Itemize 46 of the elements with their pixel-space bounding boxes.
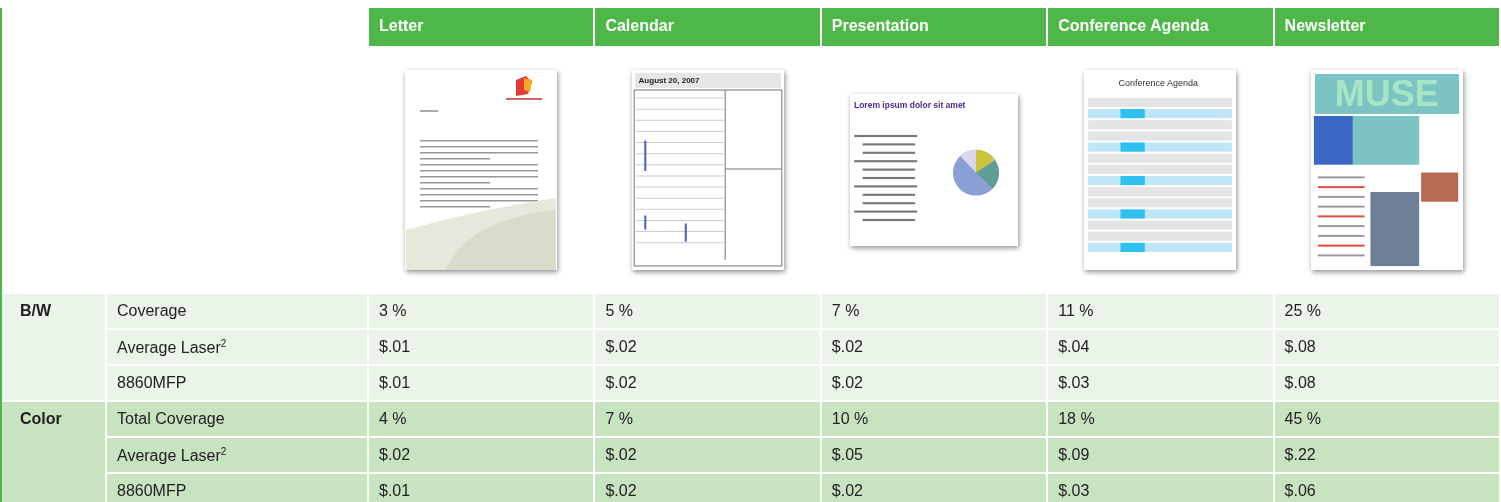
table-cell: $.08	[1274, 330, 1499, 364]
table-cell: $.03	[1048, 474, 1273, 502]
table-cell: $.02	[595, 330, 820, 364]
row-label: 8860MFP	[107, 474, 367, 502]
slide-title: Lorem ipsum dolor sit amet	[853, 100, 967, 110]
table-cell: 7 %	[821, 294, 1047, 328]
table-cell: $.06	[1274, 474, 1499, 502]
column-header: Calendar	[595, 8, 820, 46]
table-cell: $.02	[369, 438, 594, 472]
table-cell: $.03	[1048, 366, 1273, 400]
table-cell: $.08	[1274, 366, 1499, 400]
group-label: B/W	[2, 294, 105, 400]
table-cell: 11 %	[1048, 294, 1273, 328]
table-cell: $.22	[1274, 438, 1499, 472]
table-cell: 45 %	[1274, 402, 1499, 436]
table-cell: 18 %	[1048, 402, 1273, 436]
table-cell: $.02	[595, 438, 820, 472]
row-label: Average Laser$^{2}$	[107, 330, 367, 364]
column-header: Conference Agenda	[1048, 8, 1273, 46]
table-cell: $.04	[1048, 330, 1273, 364]
column-header: Newsletter	[1274, 8, 1499, 46]
row-label: Total Coverage	[107, 402, 367, 436]
table-cell: $.01	[369, 474, 594, 502]
column-header: Letter	[369, 8, 594, 46]
row-label: Average Laser$^{2}$	[107, 438, 367, 472]
table-cell: $.09	[1048, 438, 1273, 472]
calendar-date-heading: August 20, 2007	[634, 73, 781, 88]
table-cell: 25 %	[1274, 294, 1499, 328]
agenda-title: Conference Agenda	[1117, 77, 1199, 90]
row-label: 8860MFP	[107, 366, 367, 400]
table-cell: $.02	[595, 474, 820, 502]
table-cell: $.02	[821, 330, 1047, 364]
table-cell: 3 %	[369, 294, 594, 328]
table-cell: 10 %	[821, 402, 1047, 436]
table-cell: $.02	[821, 366, 1047, 400]
table-cell: 5 %	[595, 294, 820, 328]
table-cell: 7 %	[595, 402, 820, 436]
table-cell: $.01	[369, 330, 594, 364]
table-cell: 4 %	[369, 402, 594, 436]
table-cell: $.05	[821, 438, 1047, 472]
table-cell: $.02	[821, 474, 1047, 502]
table-cell: $.02	[595, 366, 820, 400]
group-label: Color	[2, 402, 105, 502]
table-cell: $.01	[369, 366, 594, 400]
column-header: Presentation	[821, 8, 1047, 46]
row-label: Coverage	[107, 294, 367, 328]
